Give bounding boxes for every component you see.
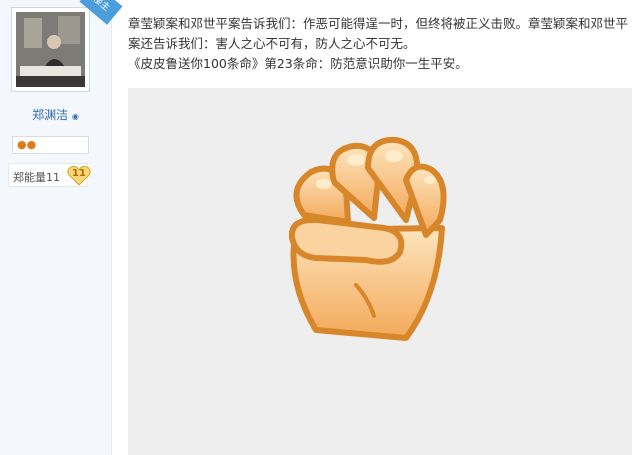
energy-level-number: 11 [72, 168, 86, 179]
author-sidebar: 楼主 郑渊洁 ◉ ●● 郑能量11 11 [0, 0, 123, 455]
author-name[interactable]: 郑渊洁 ◉ [0, 106, 111, 123]
avatar-photo [16, 12, 85, 87]
post-line-1: 章莹颖案和邓世平案告诉我们：作恶可能得逞一时，但终将被正义击败。章莹颖案和邓世平 [128, 16, 629, 31]
post-body: 章莹颖案和邓世平案告诉我们：作恶可能得逞一时，但终将被正义击败。章莹颖案和邓世平… [128, 14, 633, 74]
medal-icon[interactable]: ●● [17, 139, 36, 151]
post-image[interactable] [128, 88, 632, 455]
avatar-frame[interactable] [11, 7, 90, 92]
post-line-3: 《皮皮鲁送你100条命》第23条命：防范意识助你一生平安。 [128, 56, 468, 71]
post-line-2: 案还告诉我们：害人之心不可有，防人之心不可无。 [128, 36, 416, 51]
energy-row: 郑能量11 11 [8, 163, 91, 187]
energy-level-badge[interactable]: 11 [67, 165, 91, 186]
medal-box: ●● [12, 136, 89, 154]
verified-icon: ◉ [71, 112, 79, 121]
avatar[interactable] [16, 12, 85, 87]
author-name-label[interactable]: 郑渊洁 [32, 108, 68, 122]
energy-label: 郑能量11 [13, 171, 60, 184]
fist-icon [288, 136, 447, 341]
